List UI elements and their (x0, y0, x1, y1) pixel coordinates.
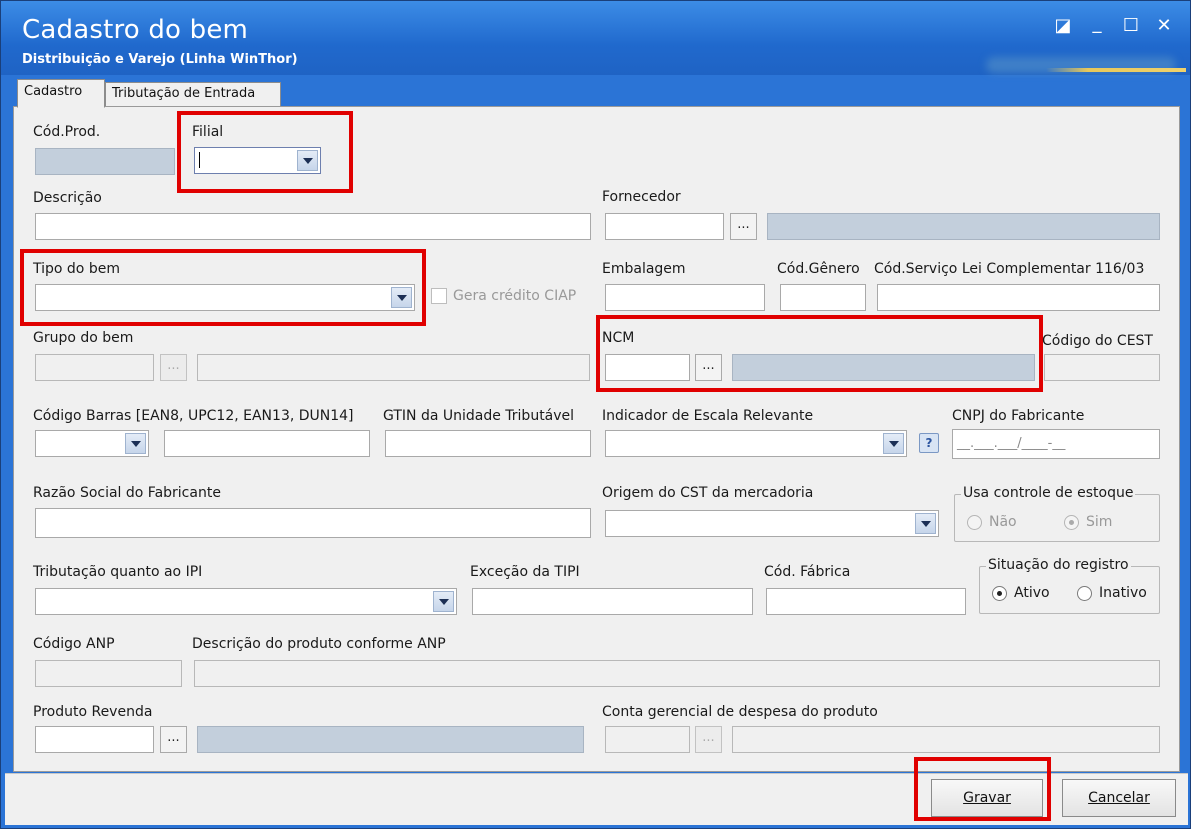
cnpj-fabricante-input[interactable]: __.___.___/____-__ (952, 429, 1160, 459)
excecao-tipi-input[interactable] (472, 588, 753, 615)
situacao-ativo-label: Ativo (1014, 585, 1050, 601)
codigo-barras-label: Código Barras [EAN8, UPC12, EAN13, DUN14… (33, 408, 354, 424)
tab-tributacao-entrada[interactable]: Tributação de Entrada (105, 82, 281, 107)
produto-revenda-lookup-button[interactable]: ... (160, 726, 187, 753)
tab-row: Cadastro Tributação de Entrada (13, 79, 1183, 108)
highlight-gravar (914, 757, 1051, 821)
highlight-tipo-bem (20, 249, 426, 326)
highlight-filial (177, 111, 353, 193)
grupo-bem-input (35, 354, 154, 381)
cod-genero-input[interactable] (780, 284, 866, 311)
gera-credito-label: Gera crédito CIAP (453, 288, 577, 304)
usa-controle-nao-radio[interactable] (967, 515, 982, 530)
title-bar: Cadastro do bem Distribuição e Varejo (L… (1, 1, 1190, 75)
grupo-bem-name-field (197, 354, 590, 381)
indicador-escala-label: Indicador de Escala Relevante (602, 408, 814, 424)
conta-gerencial-lookup-button[interactable]: ... (695, 726, 722, 753)
codigo-cest-label: Código do CEST (1042, 333, 1153, 349)
fornecedor-name-field (767, 213, 1160, 240)
fornecedor-lookup-button[interactable]: ... (730, 213, 757, 240)
descricao-anp-input (194, 660, 1160, 687)
origem-cst-select[interactable] (605, 510, 939, 537)
indicador-escala-select[interactable] (605, 430, 907, 457)
cod-servico-input[interactable] (877, 284, 1160, 311)
tributacao-ipi-label: Tributação quanto ao IPI (33, 564, 203, 580)
gtin-input[interactable] (385, 430, 591, 457)
restore-icon[interactable]: ◪ (1052, 17, 1074, 35)
produto-revenda-name-field (197, 726, 584, 753)
accent-line (1046, 68, 1186, 72)
situacao-inativo-label: Inativo (1099, 585, 1147, 601)
cnpj-fabricante-label: CNPJ do Fabricante (952, 408, 1085, 424)
cod-genero-label: Cód.Gênero (777, 261, 860, 277)
grupo-bem-label: Grupo do bem (33, 330, 134, 346)
produto-revenda-label: Produto Revenda (33, 704, 153, 720)
cnpj-mask: __.___.___/____-__ (957, 436, 1066, 451)
gtin-label: GTIN da Unidade Tributável (383, 408, 575, 424)
situacao-inativo-radio[interactable] (1077, 586, 1092, 601)
cod-fabrica-input[interactable] (766, 588, 966, 615)
tab-cadastro[interactable]: Cadastro (17, 79, 105, 108)
cod-fabrica-label: Cód. Fábrica (764, 564, 851, 580)
close-icon[interactable]: ✕ (1153, 17, 1175, 35)
cancelar-button[interactable]: Cancelar (1062, 779, 1176, 817)
codigo-cest-input (1044, 354, 1160, 381)
usa-controle-group: Usa controle de estoque (954, 485, 1160, 542)
embalagem-input[interactable] (605, 284, 765, 311)
highlight-ncm (596, 315, 1043, 392)
window-subtitle: Distribuição e Varejo (Linha WinThor) (22, 52, 298, 67)
fornecedor-label: Fornecedor (602, 189, 681, 205)
usa-controle-sim-radio[interactable] (1064, 515, 1079, 530)
chevron-down-icon[interactable] (433, 591, 454, 612)
origem-cst-label: Origem do CST da mercadoria (602, 485, 814, 501)
help-icon[interactable]: ? (919, 433, 939, 453)
gera-credito-checkbox[interactable] (431, 288, 447, 304)
descricao-input[interactable] (35, 213, 591, 240)
situacao-ativo-radio[interactable] (992, 586, 1007, 601)
minimize-icon[interactable]: _ (1086, 15, 1108, 33)
codigo-anp-input (35, 660, 182, 687)
cod-prod-input (35, 148, 175, 175)
razao-social-input[interactable] (35, 508, 591, 538)
embalagem-label: Embalagem (602, 261, 686, 277)
window-title: Cadastro do bem (22, 15, 249, 45)
produto-revenda-input[interactable] (35, 726, 154, 753)
maximize-icon[interactable]: ☐ (1120, 17, 1142, 35)
descricao-anp-label: Descrição do produto conforme ANP (192, 636, 446, 652)
codigo-anp-label: Código ANP (33, 636, 115, 652)
cod-servico-label: Cód.Serviço Lei Complementar 116/03 (874, 261, 1145, 277)
app-window: Cadastro do bem Distribuição e Varejo (L… (0, 0, 1191, 829)
chevron-down-icon[interactable] (883, 433, 904, 454)
usa-controle-nao-label: Não (989, 514, 1017, 530)
usa-controle-sim-label: Sim (1086, 514, 1113, 530)
situacao-caption: Situação do registro (986, 557, 1131, 573)
cod-prod-label: Cód.Prod. (33, 124, 101, 140)
tributacao-ipi-select[interactable] (35, 588, 457, 615)
conta-gerencial-input (605, 726, 690, 753)
razao-social-label: Razão Social do Fabricante (33, 485, 221, 501)
excecao-tipi-label: Exceção da TIPI (470, 564, 580, 580)
conta-gerencial-label: Conta gerencial de despesa do produto (602, 704, 878, 720)
grupo-bem-lookup-button[interactable]: ... (160, 354, 187, 381)
descricao-label: Descrição (33, 190, 102, 206)
chevron-down-icon[interactable] (915, 513, 936, 534)
chevron-down-icon[interactable] (125, 433, 146, 454)
cancelar-label: Cancelar (1088, 790, 1150, 806)
codigo-barras-input[interactable] (164, 430, 370, 457)
codigo-barras-type-select[interactable] (35, 430, 149, 457)
fornecedor-input[interactable] (605, 213, 724, 240)
conta-gerencial-name-field (732, 726, 1160, 753)
usa-controle-caption: Usa controle de estoque (961, 485, 1136, 501)
